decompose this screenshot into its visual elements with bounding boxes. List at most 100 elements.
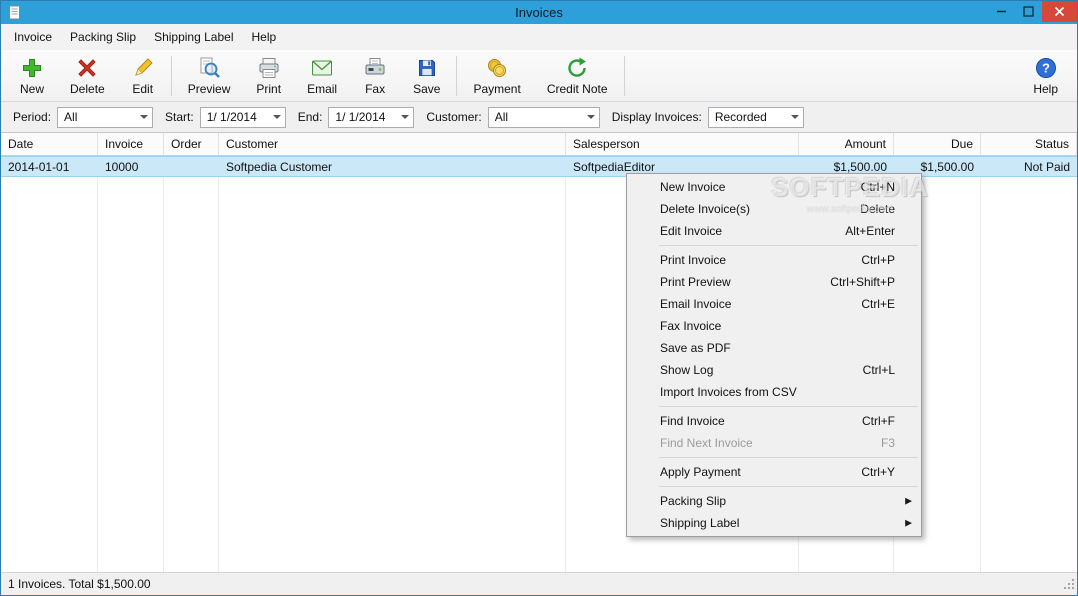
column-header-order[interactable]: Order xyxy=(164,133,219,155)
menu-item-label: Print Preview xyxy=(660,275,731,289)
submenu-arrow-icon: ▶ xyxy=(905,517,912,528)
toolbar-fax-button[interactable]: Fax xyxy=(350,52,400,100)
toolbar-payment-button[interactable]: Payment xyxy=(460,52,533,100)
email-envelope-icon xyxy=(310,56,334,80)
grid-column-line xyxy=(219,177,566,572)
toolbar-button-label: Email xyxy=(307,81,338,96)
toolbar-credit-note-button[interactable]: Credit Note xyxy=(534,52,621,100)
column-header-invoice[interactable]: Invoice xyxy=(98,133,164,155)
menu-item-print-invoice[interactable]: Print Invoice Ctrl+P xyxy=(627,249,921,271)
menu-item-save-as-pdf[interactable]: Save as PDF xyxy=(627,337,921,359)
menu-item-shortcut: Ctrl+L xyxy=(862,363,895,377)
display-invoices-select[interactable]: Recorded xyxy=(707,106,804,128)
customer-value: All xyxy=(494,110,509,124)
chevron-down-icon xyxy=(397,108,413,127)
toolbar-delete-button[interactable]: Delete xyxy=(57,52,118,100)
menu-item-print-preview[interactable]: Print Preview Ctrl+Shift+P xyxy=(627,271,921,293)
customer-select[interactable]: All xyxy=(487,106,600,128)
edit-pencil-icon xyxy=(131,56,155,80)
menu-item-label: Shipping Label xyxy=(660,516,740,530)
close-button[interactable] xyxy=(1042,1,1077,22)
column-header-amount[interactable]: Amount xyxy=(799,133,894,155)
cell-invoice: 10000 xyxy=(105,159,139,174)
toolbar-new-button[interactable]: New xyxy=(7,52,57,100)
cell-customer: Softpedia Customer xyxy=(226,159,333,174)
menu-item-show-log[interactable]: Show Log Ctrl+L xyxy=(627,359,921,381)
column-header-salesperson[interactable]: Salesperson xyxy=(566,133,799,155)
toolbar: New Delete Edit Preview Print Email Fax xyxy=(1,50,1077,102)
chevron-down-icon xyxy=(787,108,803,127)
grid-column-line xyxy=(1,177,98,572)
menubar-item-help[interactable]: Help xyxy=(242,26,285,48)
toolbar-button-label: Save xyxy=(413,81,441,96)
toolbar-save-button[interactable]: Save xyxy=(400,52,453,100)
toolbar-button-label: Help xyxy=(1033,81,1058,96)
grid-column-line xyxy=(98,177,164,572)
titlebar: Invoices xyxy=(1,1,1077,24)
menu-item-label: Email Invoice xyxy=(660,297,732,311)
menu-item-shortcut: Ctrl+E xyxy=(861,297,895,311)
printer-icon xyxy=(257,56,281,80)
menu-item-label: Delete Invoice(s) xyxy=(660,202,751,216)
toolbar-separator xyxy=(170,55,172,96)
start-date-input[interactable]: 1/ 1/2014 xyxy=(199,106,286,128)
menubar-item-shipping-label[interactable]: Shipping Label xyxy=(145,26,242,48)
table-header: Date Invoice Order Customer Salesperson … xyxy=(1,133,1077,156)
menu-item-label: Find Invoice xyxy=(660,414,725,428)
period-value: All xyxy=(64,110,78,124)
menu-item-shipping-label[interactable]: Shipping Label ▶ xyxy=(627,512,921,534)
menubar-item-packing-slip[interactable]: Packing Slip xyxy=(61,26,145,48)
column-header-status[interactable]: Status xyxy=(981,133,1077,155)
toolbar-preview-button[interactable]: Preview xyxy=(175,52,244,100)
menubar-item-invoice[interactable]: Invoice xyxy=(5,26,61,48)
toolbar-help-button[interactable]: ? Help xyxy=(1020,52,1071,100)
menu-item-import-invoices-csv[interactable]: Import Invoices from CSV xyxy=(627,381,921,403)
status-bar-text: 1 Invoices. Total $1,500.00 xyxy=(8,577,151,591)
column-header-customer[interactable]: Customer xyxy=(219,133,566,155)
toolbar-button-label: Print xyxy=(256,81,282,96)
menu-bar: Invoice Packing Slip Shipping Label Help xyxy=(1,24,1077,50)
menu-separator xyxy=(659,457,918,458)
menu-item-label: Apply Payment xyxy=(660,465,741,479)
new-plus-icon xyxy=(20,56,44,80)
toolbar-separator xyxy=(623,55,625,96)
toolbar-button-label: Edit xyxy=(132,81,154,96)
menu-item-shortcut: Delete xyxy=(860,202,895,216)
toolbar-button-label: Delete xyxy=(70,81,105,96)
menu-item-fax-invoice[interactable]: Fax Invoice xyxy=(627,315,921,337)
column-header-date[interactable]: Date xyxy=(1,133,98,155)
chevron-down-icon xyxy=(269,108,285,127)
toolbar-button-label: Preview xyxy=(187,81,231,96)
menu-item-email-invoice[interactable]: Email Invoice Ctrl+E xyxy=(627,293,921,315)
period-select[interactable]: All xyxy=(57,106,154,128)
menu-item-new-invoice[interactable]: New Invoice Ctrl+N xyxy=(627,176,921,198)
minimize-button[interactable] xyxy=(988,1,1015,22)
menu-item-edit-invoice[interactable]: Edit Invoice Alt+Enter xyxy=(627,220,921,242)
maximize-button[interactable] xyxy=(1015,1,1042,22)
toolbar-button-label: Payment xyxy=(473,81,521,96)
fax-machine-icon xyxy=(363,56,387,80)
menu-item-label: Fax Invoice xyxy=(660,319,722,333)
display-invoices-value: Recorded xyxy=(714,110,767,124)
context-menu: New Invoice Ctrl+N Delete Invoice(s) Del… xyxy=(626,173,922,537)
menu-item-delete-invoices[interactable]: Delete Invoice(s) Delete xyxy=(627,198,921,220)
menu-item-packing-slip[interactable]: Packing Slip ▶ xyxy=(627,490,921,512)
resize-grip[interactable] xyxy=(1062,577,1075,593)
menu-item-shortcut: Ctrl+P xyxy=(861,253,895,267)
column-header-due[interactable]: Due xyxy=(894,133,981,155)
chevron-down-icon xyxy=(583,108,599,127)
caption-buttons xyxy=(988,1,1077,22)
cell-order xyxy=(164,157,219,176)
menu-item-find-invoice[interactable]: Find Invoice Ctrl+F xyxy=(627,410,921,432)
menu-item-apply-payment[interactable]: Apply Payment Ctrl+Y xyxy=(627,461,921,483)
menu-separator xyxy=(659,245,918,246)
toolbar-email-button[interactable]: Email xyxy=(294,52,350,100)
menu-separator xyxy=(659,406,918,407)
toolbar-edit-button[interactable]: Edit xyxy=(118,52,168,100)
menu-item-label: Edit Invoice xyxy=(660,224,723,238)
start-date-value: 1/ 1/2014 xyxy=(206,110,257,124)
end-date-input[interactable]: 1/ 1/2014 xyxy=(328,106,415,128)
start-label: Start: xyxy=(165,110,194,124)
display-invoices-label: Display Invoices: xyxy=(611,110,702,124)
toolbar-print-button[interactable]: Print xyxy=(243,52,294,100)
